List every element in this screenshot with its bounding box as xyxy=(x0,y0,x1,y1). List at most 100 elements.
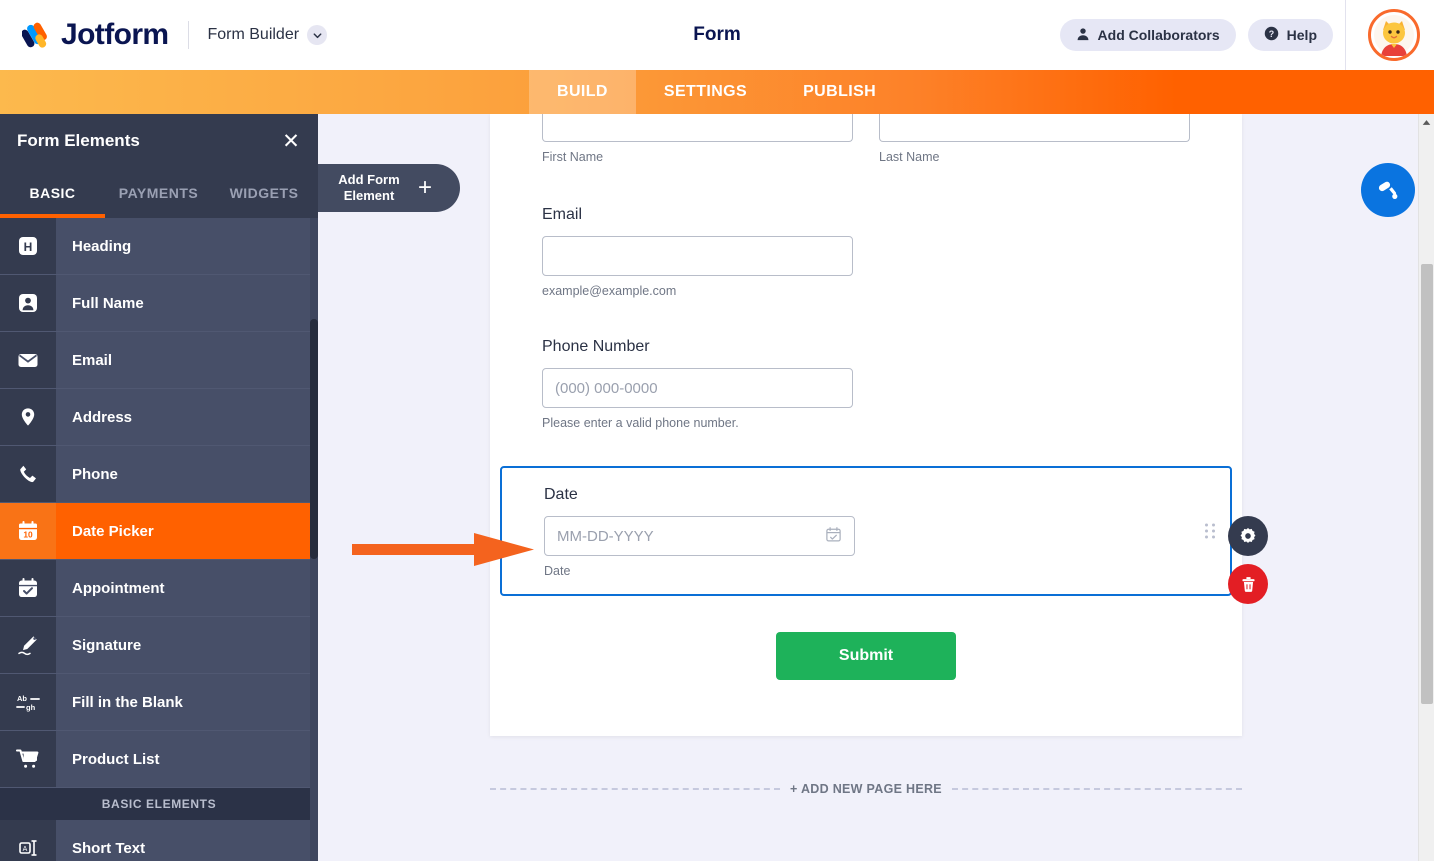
person-icon xyxy=(0,275,56,331)
sidebar-item-appointment[interactable]: Appointment xyxy=(0,560,318,617)
sidebar-section-header: BASIC ELEMENTS xyxy=(0,788,318,820)
sidebar-item-full-name[interactable]: Full Name xyxy=(0,275,318,332)
sidebar-tab-widgets-label: WIDGETS xyxy=(229,185,299,201)
jotform-logo[interactable]: Jotform xyxy=(0,18,169,52)
paint-roller-icon[interactable] xyxy=(1361,163,1415,217)
last-name-input[interactable] xyxy=(879,114,1190,142)
tab-publish[interactable]: PUBLISH xyxy=(775,70,904,114)
drag-dots-icon[interactable] xyxy=(1205,523,1216,539)
add-collaborators-button[interactable]: Add Collaborators xyxy=(1059,19,1236,51)
sidebar-item-signature[interactable]: Signature xyxy=(0,617,318,674)
sidebar-item-label: Appointment xyxy=(56,560,318,616)
sidebar-item-label: Email xyxy=(56,332,318,388)
person-icon xyxy=(1076,27,1090,44)
last-name-group: Last Name xyxy=(879,114,1190,164)
sidebar-header: Form Elements ✕ xyxy=(0,114,318,168)
element-action-buttons xyxy=(1228,516,1268,604)
dashed-line-right xyxy=(951,788,1242,790)
calendar-icon[interactable] xyxy=(825,526,842,547)
form-builder-menu[interactable]: Form Builder xyxy=(207,25,328,45)
header-divider xyxy=(188,21,190,49)
sidebar-item-label: Signature xyxy=(56,617,318,673)
svg-text:A: A xyxy=(23,846,28,853)
sidebar-tab-basic-label: BASIC xyxy=(29,185,76,201)
avatar[interactable] xyxy=(1368,9,1420,61)
sidebar-item-label: Short Text xyxy=(56,820,318,861)
sidebar-item-email[interactable]: Email xyxy=(0,332,318,389)
sidebar-scrollbar-thumb[interactable] xyxy=(310,319,318,559)
add-new-page-row[interactable]: + ADD NEW PAGE HERE xyxy=(490,782,1242,796)
phone-placeholder: (000) 000-0000 xyxy=(555,379,658,397)
sidebar-item-label: Address xyxy=(56,389,318,445)
page-scrollbar-track[interactable] xyxy=(1418,114,1434,861)
calendar-check-icon xyxy=(0,560,56,616)
phone-sublabel: Please enter a valid phone number. xyxy=(542,416,739,430)
location-pin-icon xyxy=(0,389,56,445)
add-form-element-button[interactable]: Add Form Element + xyxy=(318,164,460,212)
sidebar-item-label: Heading xyxy=(56,218,318,274)
tab-settings-label: SETTINGS xyxy=(663,83,748,100)
help-label: Help xyxy=(1286,27,1317,43)
sidebar-item-address[interactable]: Address xyxy=(0,389,318,446)
add-form-element-label-line1: Add Form xyxy=(338,171,400,187)
form-elements-sidebar: Form Elements ✕ BASIC PAYMENTS WIDGETS H… xyxy=(0,114,318,861)
svg-text:10: 10 xyxy=(23,529,33,539)
page-scrollbar-thumb[interactable] xyxy=(1421,264,1433,704)
sidebar-tab-widgets[interactable]: WIDGETS xyxy=(212,168,316,218)
tabs-group: BUILD SETTINGS PUBLISH xyxy=(529,70,904,114)
sidebar-item-date-picker[interactable]: 10 Date Picker xyxy=(0,503,318,560)
add-collaborators-label: Add Collaborators xyxy=(1097,27,1220,43)
sidebar-item-label: Full Name xyxy=(56,275,318,331)
submit-button[interactable]: Submit xyxy=(776,632,956,680)
close-icon[interactable]: ✕ xyxy=(280,131,302,152)
email-sublabel: example@example.com xyxy=(542,284,677,298)
date-field-wrapper: Date MM-DD-YYYY Date xyxy=(500,430,1232,596)
tab-settings[interactable]: SETTINGS xyxy=(636,70,775,114)
sidebar-tab-payments-label: PAYMENTS xyxy=(118,185,199,201)
sidebar-scrollbar-track[interactable] xyxy=(310,218,318,861)
sidebar-element-list: H Heading Full Name Email Address Phone … xyxy=(0,218,318,861)
sidebar-item-short-text[interactable]: A Short Text xyxy=(0,820,318,861)
sidebar-title: Form Elements xyxy=(17,131,140,150)
email-label: Email xyxy=(542,206,583,223)
date-input[interactable]: MM-DD-YYYY xyxy=(544,516,855,556)
phone-label: Phone Number xyxy=(542,338,650,355)
sidebar-item-label: Fill in the Blank xyxy=(56,674,318,730)
jotform-form-builder-app: Jotform Form Builder Form Add Collaborat… xyxy=(0,0,1434,861)
email-input[interactable] xyxy=(542,236,853,276)
help-button[interactable]: ? Help xyxy=(1247,19,1333,51)
tab-build-label: BUILD xyxy=(557,83,608,100)
sidebar-item-heading[interactable]: H Heading xyxy=(0,218,318,275)
short-text-icon: A xyxy=(0,820,56,861)
phone-input[interactable]: (000) 000-0000 xyxy=(542,368,853,408)
svg-text:Ab: Ab xyxy=(17,694,27,703)
date-sublabel: Date xyxy=(544,564,571,578)
plus-icon: + xyxy=(418,174,433,201)
svg-text:gh: gh xyxy=(26,703,36,712)
caret-up-icon[interactable] xyxy=(1419,114,1434,131)
question-mark-icon: ? xyxy=(1264,26,1279,44)
sidebar-item-product-list[interactable]: Product List xyxy=(0,731,318,788)
sidebar-item-phone[interactable]: Phone xyxy=(0,446,318,503)
shopping-cart-icon xyxy=(0,731,56,787)
app-header: Jotform Form Builder Form Add Collaborat… xyxy=(0,0,1434,70)
form-builder-label: Form Builder xyxy=(207,26,300,43)
tab-publish-label: PUBLISH xyxy=(803,83,877,100)
sidebar-item-fill-in-the-blank[interactable]: Ab gh Fill in the Blank xyxy=(0,674,318,731)
first-name-input[interactable] xyxy=(542,114,853,142)
trash-icon[interactable] xyxy=(1228,564,1268,604)
last-name-sublabel: Last Name xyxy=(879,150,940,164)
email-field: Email example@example.com xyxy=(542,164,1190,298)
gear-icon[interactable] xyxy=(1228,516,1268,556)
sidebar-tab-payments[interactable]: PAYMENTS xyxy=(105,168,212,218)
svg-text:?: ? xyxy=(1268,29,1273,39)
sidebar-tab-basic[interactable]: BASIC xyxy=(0,168,105,218)
sidebar-item-label: Date Picker xyxy=(56,503,318,559)
heading-icon: H xyxy=(0,218,56,274)
main-tabbar: BUILD SETTINGS PUBLISH xyxy=(0,70,1434,114)
date-field[interactable]: Date MM-DD-YYYY Date xyxy=(500,466,1232,596)
envelope-icon xyxy=(0,332,56,388)
chevron-down-icon[interactable] xyxy=(307,25,328,45)
tab-build[interactable]: BUILD xyxy=(529,70,636,114)
form-card: First Name Last Name Email example@examp… xyxy=(490,114,1242,736)
